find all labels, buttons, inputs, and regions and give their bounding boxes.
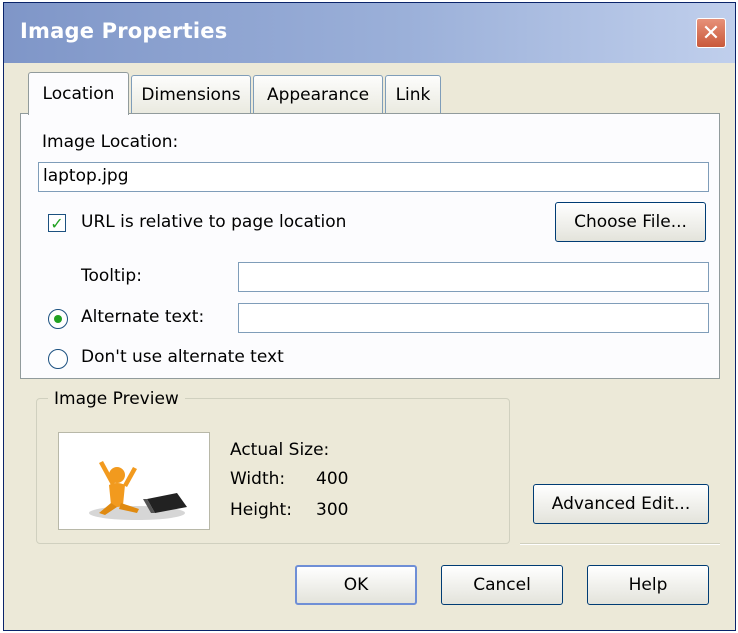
- choose-file-button[interactable]: Choose File...: [555, 202, 706, 242]
- image-preview-title: Image Preview: [48, 389, 185, 409]
- tab-label: Dimensions: [141, 84, 241, 105]
- alternate-text-input[interactable]: [238, 303, 709, 333]
- no-alternate-text-radio[interactable]: [48, 349, 68, 369]
- tab-label: Location: [42, 84, 115, 104]
- dialog-title: Image Properties: [20, 19, 228, 43]
- location-tab-panel: [20, 113, 720, 379]
- tab-location[interactable]: Location: [28, 72, 129, 115]
- tab-appearance[interactable]: Appearance: [253, 75, 383, 113]
- cancel-button[interactable]: Cancel: [441, 565, 563, 605]
- title-bar[interactable]: Image Properties ✕: [4, 3, 735, 63]
- figure-with-laptop-icon: [89, 461, 187, 520]
- cancel-label: Cancel: [473, 575, 531, 595]
- help-label: Help: [628, 575, 668, 595]
- help-button[interactable]: Help: [587, 565, 709, 605]
- image-preview-thumbnail: [58, 432, 210, 530]
- advanced-edit-label: Advanced Edit...: [551, 494, 691, 514]
- image-location-input[interactable]: laptop.jpg: [38, 162, 709, 192]
- radio-selected-dot: [54, 315, 62, 323]
- relative-url-checkbox[interactable]: ✓: [48, 213, 66, 233]
- alternate-text-label: Alternate text:: [81, 307, 205, 327]
- ok-label: OK: [343, 575, 369, 595]
- relative-url-label: URL is relative to page location: [81, 212, 347, 232]
- advanced-edit-button[interactable]: Advanced Edit...: [533, 484, 709, 524]
- tab-link[interactable]: Link: [385, 75, 441, 113]
- tab-dimensions[interactable]: Dimensions: [131, 75, 251, 113]
- width-label: Width:: [230, 469, 286, 489]
- tab-label: Link: [395, 84, 431, 105]
- close-button[interactable]: ✕: [696, 18, 726, 48]
- height-label: Height:: [230, 500, 292, 520]
- width-value: 400: [316, 469, 349, 489]
- actual-size-label: Actual Size:: [230, 440, 330, 460]
- tab-label: Appearance: [266, 84, 370, 105]
- tooltip-input[interactable]: [238, 262, 709, 292]
- no-alternate-text-label: Don't use alternate text: [81, 347, 284, 367]
- checkmark-icon: ✓: [50, 213, 64, 233]
- close-icon: ✕: [701, 20, 721, 46]
- separator: [520, 543, 720, 545]
- height-value: 300: [316, 500, 349, 520]
- tooltip-label: Tooltip:: [81, 266, 142, 286]
- ok-button[interactable]: OK: [295, 565, 417, 605]
- alternate-text-radio[interactable]: [48, 309, 68, 329]
- choose-file-label: Choose File...: [574, 212, 687, 232]
- image-location-label: Image Location:: [42, 132, 179, 152]
